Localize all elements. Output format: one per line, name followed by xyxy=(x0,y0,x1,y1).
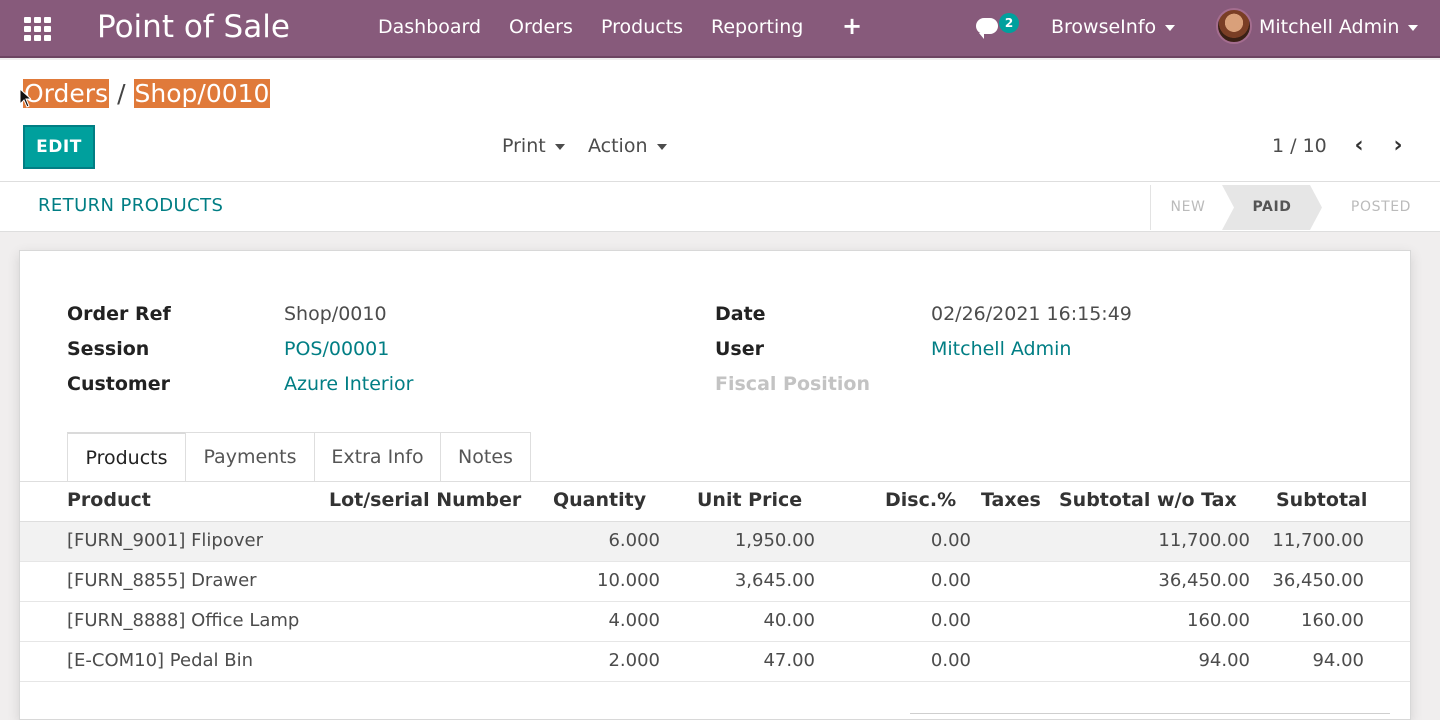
col-product[interactable]: Product xyxy=(67,489,151,511)
user-name: Mitchell Admin xyxy=(1259,16,1400,38)
breadcrumb-separator: / xyxy=(117,79,126,108)
session-link[interactable]: POS/00001 xyxy=(284,338,389,360)
action-label: Action xyxy=(588,135,648,157)
cell-quantity: 4.000 xyxy=(608,610,660,631)
cell-discount: 0.00 xyxy=(930,570,971,591)
session-label: Session xyxy=(67,338,150,360)
col-quantity[interactable]: Quantity xyxy=(553,489,646,511)
cell-subtotal: 11,700.00 xyxy=(1272,530,1364,551)
print-label: Print xyxy=(502,135,546,157)
cell-unit-price: 47.00 xyxy=(763,650,815,671)
cell-product: [E-COM10] Pedal Bin xyxy=(67,650,254,671)
return-products-button[interactable]: RETURN PRODUCTS xyxy=(38,195,223,216)
user-menu[interactable]: Mitchell Admin xyxy=(1259,16,1419,38)
cell-unit-price: 40.00 xyxy=(763,610,815,631)
customer-label: Customer xyxy=(67,373,170,395)
totals-divider xyxy=(910,713,1390,717)
col-lot-serial[interactable]: Lot/serial Number xyxy=(329,489,521,511)
status-stages: NEW PAID POSTED xyxy=(1150,185,1434,230)
col-taxes[interactable]: Taxes xyxy=(981,489,1041,511)
cell-discount: 0.00 xyxy=(930,530,971,551)
stage-paid[interactable]: PAID xyxy=(1222,185,1322,230)
chevron-right-icon[interactable]: › xyxy=(1387,133,1409,159)
stage-new[interactable]: NEW xyxy=(1150,185,1225,230)
company-name: BrowseInfo xyxy=(1051,16,1157,38)
pager-value[interactable]: 1 / 10 xyxy=(1272,135,1327,157)
cell-quantity: 6.000 xyxy=(608,530,660,551)
tab-notes[interactable]: Notes xyxy=(440,432,531,482)
chat-bubble-icon xyxy=(976,18,998,39)
cell-subtotal-wo-tax: 11,700.00 xyxy=(1158,530,1250,551)
edit-button[interactable]: EDIT xyxy=(23,125,95,169)
cell-unit-price: 1,950.00 xyxy=(734,530,815,551)
menu-dashboard[interactable]: Dashboard xyxy=(378,16,481,38)
apps-grid-icon[interactable] xyxy=(21,14,51,42)
avatar[interactable] xyxy=(1216,8,1252,44)
table-row[interactable]: [E-COM10] Pedal Bin 2.000 47.00 0.00 94.… xyxy=(20,642,1410,682)
top-navbar: Point of Sale Dashboard Orders Products … xyxy=(0,0,1440,58)
cell-product: [FURN_8888] Office Lamp xyxy=(67,610,300,631)
tab-divider xyxy=(20,481,1410,482)
date-label: Date xyxy=(715,303,766,325)
chat-count-badge: 2 xyxy=(999,13,1019,33)
order-ref-label: Order Ref xyxy=(67,303,171,325)
cell-subtotal: 94.00 xyxy=(1312,650,1364,671)
chevron-down-icon xyxy=(1165,24,1176,31)
stage-posted[interactable]: POSTED xyxy=(1328,185,1434,230)
chevron-down-icon xyxy=(1408,24,1419,31)
order-ref-value: Shop/0010 xyxy=(284,303,387,325)
print-dropdown[interactable]: Print xyxy=(502,135,565,157)
menu-products[interactable]: Products xyxy=(601,16,683,38)
cell-discount: 0.00 xyxy=(930,650,971,671)
table-row[interactable]: [FURN_8888] Office Lamp 4.000 40.00 0.00… xyxy=(20,602,1410,642)
table-row[interactable]: [FURN_8855] Drawer 10.000 3,645.00 0.00 … xyxy=(20,562,1410,602)
company-switcher[interactable]: BrowseInfo xyxy=(1051,16,1176,38)
fiscal-position-label: Fiscal Position xyxy=(715,373,870,395)
chevron-down-icon xyxy=(656,143,667,150)
cell-subtotal: 36,450.00 xyxy=(1272,570,1364,591)
cell-subtotal-wo-tax: 160.00 xyxy=(1187,610,1250,631)
app-title: Point of Sale xyxy=(97,9,290,45)
tab-payments[interactable]: Payments xyxy=(185,432,315,482)
col-unit-price[interactable]: Unit Price xyxy=(697,489,802,511)
chevron-left-icon[interactable]: ‹ xyxy=(1348,133,1370,159)
control-panel: Orders / Shop/0010 EDIT Print Action 1 / 1… xyxy=(0,60,1440,182)
cell-discount: 0.00 xyxy=(930,610,971,631)
cell-quantity: 10.000 xyxy=(597,570,660,591)
breadcrumb: Orders / Shop/0010 xyxy=(23,79,271,108)
date-value: 02/26/2021 16:15:49 xyxy=(931,303,1132,325)
cell-subtotal-wo-tax: 36,450.00 xyxy=(1158,570,1250,591)
breadcrumb-orders[interactable]: Orders xyxy=(23,79,110,108)
cell-unit-price: 3,645.00 xyxy=(734,570,815,591)
tab-extra-info[interactable]: Extra Info xyxy=(314,432,441,482)
tab-products[interactable]: Products xyxy=(67,432,186,482)
status-bar: RETURN PRODUCTS NEW PAID POSTED xyxy=(0,182,1440,232)
user-label: User xyxy=(715,338,764,360)
customer-link[interactable]: Azure Interior xyxy=(284,373,413,395)
action-dropdown[interactable]: Action xyxy=(588,135,667,157)
chat-icon[interactable]: 2 xyxy=(976,13,1026,43)
breadcrumb-current: Shop/0010 xyxy=(133,79,271,108)
cell-quantity: 2.000 xyxy=(608,650,660,671)
cell-subtotal: 160.00 xyxy=(1301,610,1364,631)
col-subtotal-wo-tax[interactable]: Subtotal w/o Tax xyxy=(1059,489,1237,511)
menu-reporting[interactable]: Reporting xyxy=(711,16,803,38)
cell-product: [FURN_9001] Flipover xyxy=(67,530,263,551)
user-link[interactable]: Mitchell Admin xyxy=(931,338,1071,360)
table-row[interactable]: [FURN_9001] Flipover 6.000 1,950.00 0.00… xyxy=(20,522,1410,562)
form-sheet: Order Ref Shop/0010 Session POS/00001 Cu… xyxy=(19,250,1411,720)
chevron-down-icon xyxy=(554,143,565,150)
cell-subtotal-wo-tax: 94.00 xyxy=(1198,650,1250,671)
mouse-cursor-icon xyxy=(19,88,31,108)
col-subtotal[interactable]: Subtotal xyxy=(1276,489,1367,511)
col-discount[interactable]: Disc.% xyxy=(885,489,956,511)
cell-product: [FURN_8855] Drawer xyxy=(67,570,257,591)
plus-icon[interactable]: + xyxy=(842,12,862,40)
menu-orders[interactable]: Orders xyxy=(509,16,573,38)
